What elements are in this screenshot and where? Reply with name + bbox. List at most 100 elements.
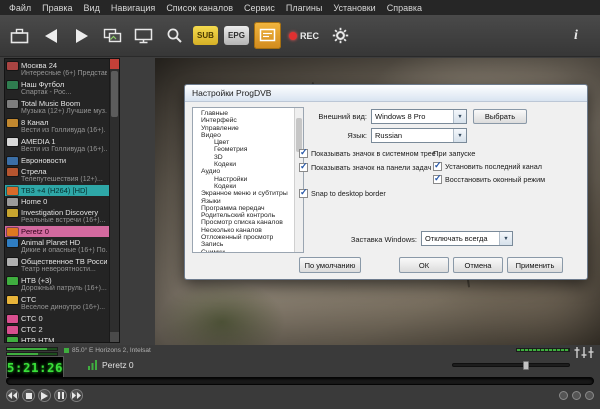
channel-row[interactable]: CTC 2 xyxy=(5,324,109,335)
tree-item[interactable]: Аудио xyxy=(193,168,303,175)
channel-row[interactable]: НТВ (+3)Дорожный патруль (16+)... xyxy=(5,275,109,294)
volume-slider[interactable] xyxy=(452,363,570,367)
tree-item[interactable]: Цвет xyxy=(193,139,303,146)
channels-folder-button[interactable] xyxy=(6,22,33,49)
satellite-status-label: 85.0° E Horizons 2, Intelsat xyxy=(72,347,151,354)
choose-button[interactable]: Выбрать xyxy=(473,109,527,124)
channel-row[interactable]: CTC 0 xyxy=(5,313,109,324)
ok-button[interactable]: ОК xyxy=(399,257,449,273)
tree-item[interactable]: Кодеки xyxy=(193,161,303,168)
tree-item[interactable]: Запись xyxy=(193,241,303,248)
tree-item[interactable]: Языки xyxy=(193,198,303,205)
snapshot-button[interactable] xyxy=(572,391,581,400)
scroll-down-button[interactable] xyxy=(110,332,119,342)
volume-thumb[interactable] xyxy=(523,361,529,370)
taskbar-icon-checkbox[interactable]: ✓ Показывать значок на панели задач * xyxy=(299,163,436,172)
channel-row[interactable]: Investigation DiscoveryРеальные встречи … xyxy=(5,207,109,226)
appearance-select[interactable]: Windows 8 Pro ▼ xyxy=(371,109,467,124)
window-mode-checkbox[interactable]: ✓ Восстановить оконный режим xyxy=(433,175,545,184)
player-bar: 85.0° E Horizons 2, Intelsat 5:21:26 Per… xyxy=(0,345,600,409)
channel-row[interactable]: Home 0 xyxy=(5,196,109,207)
previous-button[interactable] xyxy=(6,389,19,402)
program-title: Музыка (12+) Лучшие муз... xyxy=(21,108,107,116)
settings-button[interactable] xyxy=(327,22,354,49)
tree-item[interactable]: Снимки xyxy=(193,249,303,253)
tree-item[interactable]: Экранное меню и субтитры xyxy=(193,190,303,197)
tree-item[interactable]: Управление xyxy=(193,125,303,132)
briefcase-icon xyxy=(10,28,29,44)
channel-row[interactable]: 8 КаналВести из Голливуда (16+). Се... xyxy=(5,117,109,136)
tree-item[interactable]: Несколько каналов xyxy=(193,227,303,234)
tree-item[interactable]: Интерфейс xyxy=(193,117,303,124)
epg-button[interactable]: EPG xyxy=(223,22,250,49)
check-icon: ✓ xyxy=(300,161,308,172)
channel-row[interactable]: Peretz 0 xyxy=(5,226,109,237)
display-button[interactable] xyxy=(130,22,157,49)
current-channel-chip[interactable]: Peretz 0 xyxy=(88,360,134,370)
seek-bar[interactable] xyxy=(6,377,594,385)
tree-item[interactable]: Геометрия xyxy=(193,146,303,153)
channel-row[interactable]: СтрелаТелепутешествия (12+)... xyxy=(5,166,109,185)
channel-logo-icon xyxy=(7,277,18,285)
menu-item[interactable]: Навигация xyxy=(111,3,155,13)
channel-list-scrollbar[interactable] xyxy=(109,59,119,342)
menu-item[interactable]: Файл xyxy=(9,3,31,13)
check-icon: ✓ xyxy=(434,160,442,171)
channel-row[interactable]: Евроновости xyxy=(5,155,109,166)
channel-row[interactable]: Москва 24Интересные (6+) Представи... xyxy=(5,60,109,79)
scrollbar-thumb[interactable] xyxy=(111,71,118,117)
osd-button[interactable] xyxy=(254,22,281,49)
cancel-button[interactable]: Отмена xyxy=(453,257,503,273)
screensaver-select[interactable]: Отключать всегда ▼ xyxy=(421,231,513,246)
info-button[interactable]: i xyxy=(568,28,584,44)
menu-item[interactable]: Сервис xyxy=(244,3,275,13)
apply-button[interactable]: Применить xyxy=(507,257,563,273)
pictures-button[interactable] xyxy=(99,22,126,49)
progdvb-window: Файл Правка Вид Навигация Список каналов Серв… xyxy=(0,0,600,409)
mute-button[interactable] xyxy=(559,391,568,400)
search-button[interactable] xyxy=(161,22,188,49)
scroll-up-button[interactable] xyxy=(110,59,119,69)
toolbar: SUB EPG REC xyxy=(0,15,600,57)
channel-row[interactable]: CTCВеселое диноутро (16+)... xyxy=(5,294,109,313)
last-channel-checkbox[interactable]: ✓ Установить последний канал xyxy=(433,162,542,171)
tray-icon-checkbox[interactable]: ✓ Показывать значок в системном трее xyxy=(299,149,436,158)
channel-row[interactable]: Animal Planet HDДикие и опасные (16+) По… xyxy=(5,237,109,256)
menu-item[interactable]: Список каналов xyxy=(166,3,233,13)
tree-item[interactable]: Отложенный просмотр xyxy=(193,234,303,241)
tree-item[interactable]: Родительский контроль xyxy=(193,212,303,219)
snap-border-checkbox[interactable]: ✓ Snap to desktop border xyxy=(299,189,386,198)
channel-row[interactable]: Total Music BoomМузыка (12+) Лучшие муз.… xyxy=(5,98,109,117)
channel-name: CTC 2 xyxy=(21,325,43,334)
menu-item[interactable]: Вид xyxy=(84,3,100,13)
channel-row[interactable]: НТВ HTM xyxy=(5,335,109,342)
next-button[interactable] xyxy=(70,389,83,402)
menu-item[interactable]: Установки xyxy=(333,3,375,13)
play-button[interactable] xyxy=(38,389,51,402)
channel-row[interactable]: Наш ФутболСпартак - Рос... xyxy=(5,79,109,98)
record-button[interactable]: REC xyxy=(285,22,323,49)
channel-row[interactable]: AMEDIA 1Вести из Голливуда (16+)... xyxy=(5,136,109,155)
arrow-right-icon xyxy=(74,28,90,44)
next-channel-button[interactable] xyxy=(68,22,95,49)
menu-item[interactable]: Правка xyxy=(42,3,72,13)
fullscreen-button[interactable] xyxy=(585,391,594,400)
pause-button[interactable] xyxy=(54,389,67,402)
channel-name: Общественное ТВ России xyxy=(21,257,107,266)
channel-row[interactable]: Общественное ТВ РоссииТеатр невероятност… xyxy=(5,256,109,275)
prev-channel-button[interactable] xyxy=(37,22,64,49)
satellite-status: 85.0° E Horizons 2, Intelsat xyxy=(64,347,151,354)
menu-item[interactable]: Справка xyxy=(387,3,422,13)
defaults-button[interactable]: По умолчанию xyxy=(299,257,361,273)
channel-row[interactable]: ТВ3 +4 (H264) [HD] xyxy=(5,185,109,196)
menu-item[interactable]: Плагины xyxy=(286,3,322,13)
tree-item[interactable]: Настройки xyxy=(193,176,303,183)
tree-scrollbar[interactable] xyxy=(294,108,303,252)
tree-item[interactable]: 3D xyxy=(193,154,303,161)
tree-item[interactable]: Видео xyxy=(193,132,303,139)
subtitles-button[interactable]: SUB xyxy=(192,22,219,49)
equalizer-icon[interactable] xyxy=(574,346,594,359)
tree-item[interactable]: Просмотр списка каналов xyxy=(193,219,303,226)
language-select[interactable]: Russian ▼ xyxy=(371,128,467,143)
stop-button[interactable] xyxy=(22,389,35,402)
